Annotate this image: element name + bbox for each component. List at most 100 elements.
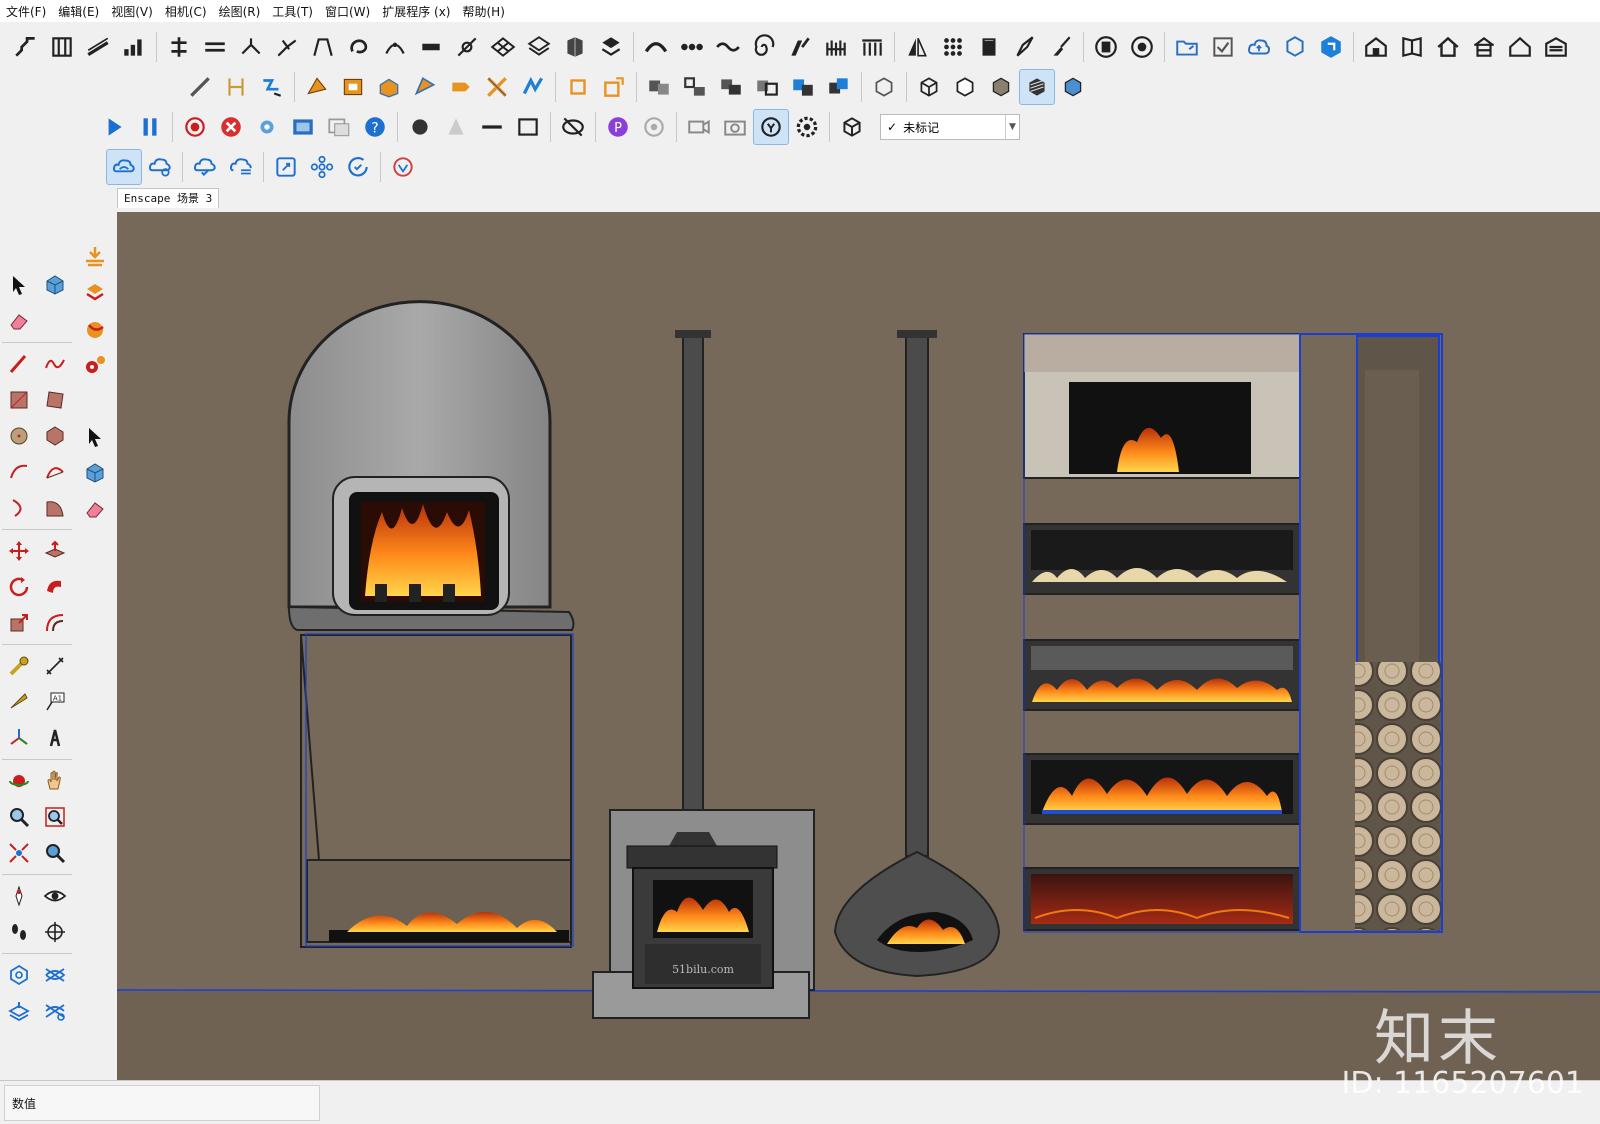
sandbox-scratch-icon[interactable] <box>38 958 72 992</box>
hidden-line-cube-icon[interactable] <box>948 70 982 104</box>
orange-frame-icon[interactable] <box>336 70 370 104</box>
film-icon[interactable] <box>286 110 320 144</box>
stairs-icon[interactable] <box>9 30 43 64</box>
checkbox-icon[interactable] <box>1206 30 1240 64</box>
camera-disc-icon[interactable] <box>1125 30 1159 64</box>
align-icon[interactable] <box>162 30 196 64</box>
folder-out-icon[interactable] <box>1170 30 1204 64</box>
pan-hand-icon[interactable] <box>38 764 72 798</box>
3d-text-icon[interactable] <box>38 721 72 755</box>
wave-icon[interactable] <box>711 30 745 64</box>
blue-overlap-icon[interactable] <box>822 70 856 104</box>
section-plane-icon[interactable] <box>38 915 72 949</box>
arc-icon[interactable] <box>2 455 36 489</box>
cloud-upload-icon[interactable] <box>1242 30 1276 64</box>
batch-icon[interactable] <box>322 110 356 144</box>
tag-dropdown[interactable]: ✓ 未标记 ▼ <box>880 114 1020 140</box>
ramp-icon[interactable] <box>81 30 115 64</box>
brush-blocks-icon[interactable] <box>783 30 817 64</box>
settings-gear-icon[interactable] <box>250 110 284 144</box>
linear-fireplace-5[interactable] <box>1023 867 1301 931</box>
menu-camera[interactable]: 相机(C) <box>165 3 207 20</box>
scene-tab[interactable]: Enscape 场景 3 <box>117 188 220 208</box>
xray-cube-icon[interactable] <box>867 70 901 104</box>
vr-headset-icon[interactable] <box>753 109 789 145</box>
menu-extensions[interactable]: 扩展程序 (x) <box>382 3 450 20</box>
broom-icon[interactable] <box>1044 30 1078 64</box>
freehand-icon[interactable] <box>38 347 72 381</box>
slab-icon[interactable] <box>414 30 448 64</box>
zoom-icon[interactable] <box>2 800 36 834</box>
cube-export-icon[interactable] <box>1278 30 1312 64</box>
pause-icon[interactable] <box>133 110 167 144</box>
panel-icon[interactable] <box>972 30 1006 64</box>
menu-view[interactable]: 视图(V) <box>111 3 153 20</box>
orange-wedge-icon[interactable] <box>300 70 334 104</box>
menu-draw[interactable]: 绘图(R) <box>219 3 261 20</box>
pen-icon[interactable] <box>1008 30 1042 64</box>
rectangle-icon[interactable] <box>2 383 36 417</box>
line-light-icon[interactable] <box>475 110 509 144</box>
node-icon[interactable] <box>450 30 484 64</box>
scale-icon[interactable] <box>2 606 36 640</box>
eraser-icon[interactable] <box>2 304 36 338</box>
follow-me-icon[interactable] <box>38 570 72 604</box>
dimensions-icon[interactable] <box>38 649 72 683</box>
hide-eye-icon[interactable] <box>556 110 590 144</box>
group-blocks-icon[interactable] <box>642 70 676 104</box>
cloud-sync-icon[interactable] <box>106 149 142 185</box>
photo-camera-icon[interactable] <box>718 110 752 144</box>
model-viewport[interactable]: 51bilu.com <box>117 212 1600 1080</box>
target-icon[interactable] <box>637 110 671 144</box>
sandbox-contours-icon[interactable] <box>2 958 36 992</box>
linear-fireplace-2[interactable] <box>1023 523 1301 595</box>
menu-window[interactable]: 窗口(W) <box>325 3 370 20</box>
curve-tool-icon[interactable] <box>378 30 412 64</box>
line-pencil-icon[interactable] <box>2 347 36 381</box>
roof-front-icon[interactable] <box>1467 30 1501 64</box>
menu-edit[interactable]: 编辑(E) <box>58 3 99 20</box>
previous-view-icon[interactable] <box>38 836 72 870</box>
bezier-icon[interactable] <box>306 30 340 64</box>
array-grid-icon[interactable] <box>936 30 970 64</box>
house-outline-icon[interactable] <box>1503 30 1537 64</box>
tape-measure-icon[interactable] <box>2 649 36 683</box>
circle-icon[interactable] <box>2 419 36 453</box>
home-icon[interactable] <box>1431 30 1465 64</box>
columns-icon[interactable] <box>855 30 889 64</box>
garage-icon[interactable] <box>1539 30 1573 64</box>
move-icon[interactable] <box>2 534 36 568</box>
explode-blocks-icon[interactable] <box>678 70 712 104</box>
blue-path-icon[interactable] <box>516 70 550 104</box>
menu-help[interactable]: 帮助(H) <box>462 3 504 20</box>
house-3d-icon[interactable] <box>1359 30 1393 64</box>
rotated-rect-icon[interactable] <box>38 383 72 417</box>
component-icon-2[interactable] <box>78 456 112 490</box>
orange-offset-icon[interactable] <box>597 70 631 104</box>
orange-flag-icon[interactable] <box>444 70 478 104</box>
snap-icon[interactable] <box>234 30 268 64</box>
orbit-icon[interactable] <box>2 764 36 798</box>
blue-blocks-icon[interactable] <box>786 70 820 104</box>
cloud-share-icon[interactable] <box>143 150 177 184</box>
polygon-icon[interactable] <box>38 419 72 453</box>
rotate-icon[interactable] <box>2 570 36 604</box>
plugin-gears-icon[interactable] <box>78 348 112 382</box>
stop-x-icon[interactable] <box>214 110 248 144</box>
position-camera-icon[interactable] <box>2 879 36 913</box>
play-icon[interactable] <box>97 110 131 144</box>
measurements-box[interactable] <box>4 1085 320 1121</box>
text-label-icon[interactable]: A1 <box>38 685 72 719</box>
loop-icon[interactable] <box>342 30 376 64</box>
book-icon[interactable] <box>1395 30 1429 64</box>
stamp-icon[interactable] <box>2 994 36 1028</box>
pencil-line-icon[interactable] <box>183 70 217 104</box>
box-3d-icon[interactable] <box>558 30 592 64</box>
bars-icon[interactable] <box>117 30 151 64</box>
layer-stack-icon[interactable] <box>1089 30 1123 64</box>
cloud-check-icon[interactable] <box>188 150 222 184</box>
look-around-eye-icon[interactable] <box>38 879 72 913</box>
refresh-check-icon[interactable] <box>341 150 375 184</box>
resize-frame-icon[interactable] <box>269 150 303 184</box>
zoom-window-icon[interactable] <box>38 800 72 834</box>
